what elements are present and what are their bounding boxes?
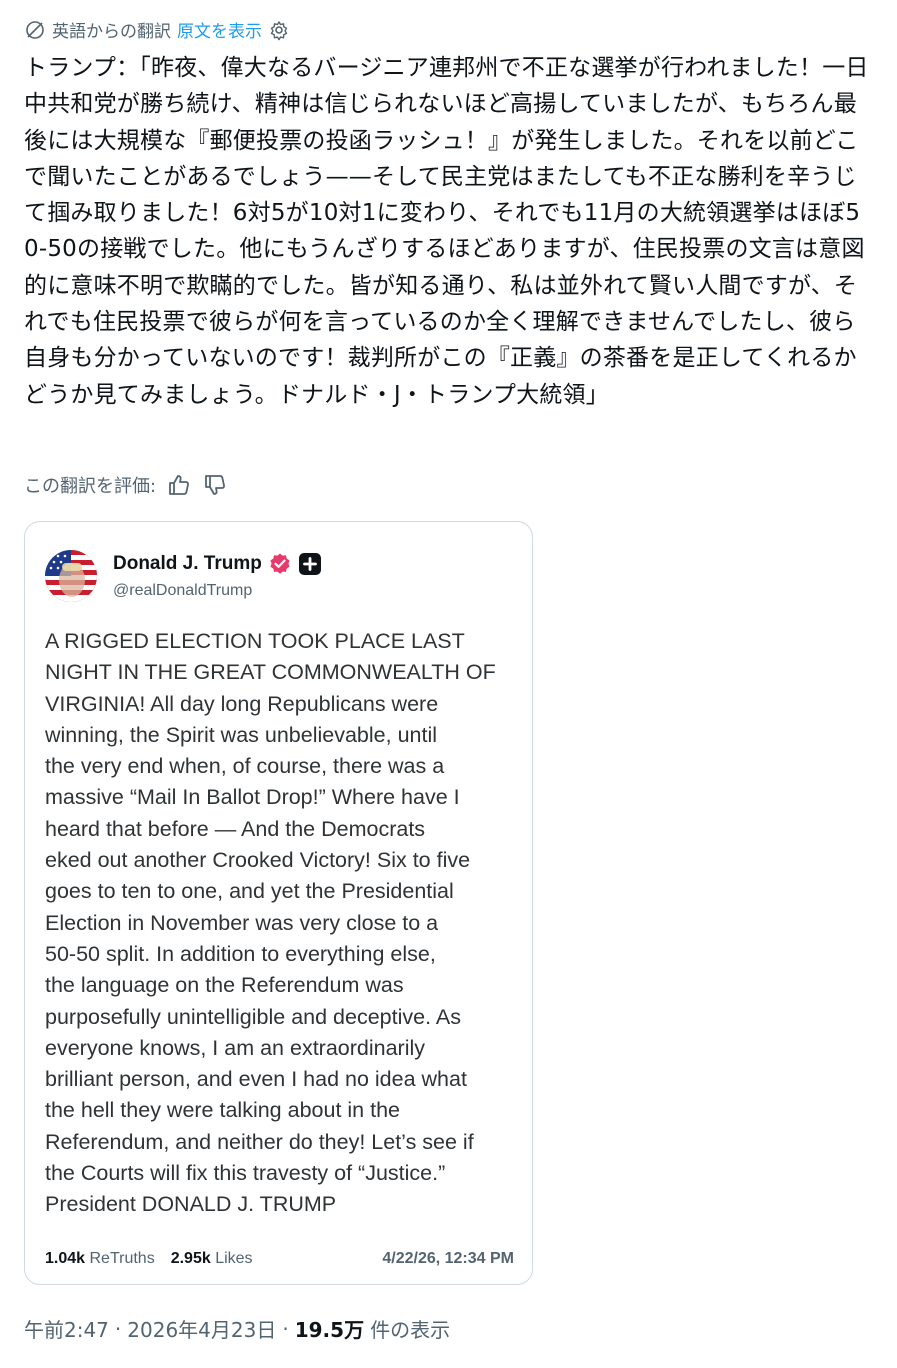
views-label: 件の表示 bbox=[370, 1318, 451, 1342]
plus-badge-icon bbox=[298, 552, 322, 576]
rate-translation-label: この翻訳を評価: bbox=[24, 476, 157, 497]
tweet-meta: 午前2:47 · 2026年4月23日 · 19.5万 件の表示 bbox=[24, 1314, 450, 1343]
translated-post-text: トランプ：「昨夜、偉大なるバージニア連邦州で不正な選挙が行われました！一日中共和… bbox=[24, 55, 869, 408]
post-date[interactable]: 4/22/26, 12:34 PM bbox=[382, 1250, 514, 1268]
thumbs-down-icon[interactable] bbox=[202, 472, 228, 498]
post-author-header: Donald J. Trump @realDonaldTrump bbox=[45, 550, 322, 602]
post-date-jp[interactable]: 2026年4月23日 bbox=[127, 1314, 276, 1343]
meta-separator: · bbox=[282, 1316, 289, 1341]
show-original-link[interactable]: 原文を表示 bbox=[177, 17, 262, 42]
likes-label: Likes bbox=[215, 1250, 253, 1267]
post-stats: 1.04k ReTruths 2.95k Likes 4/22/26, 12:3… bbox=[45, 1250, 514, 1268]
meta-separator: · bbox=[114, 1316, 122, 1341]
quoted-post-card[interactable]: Donald J. Trump @realDonaldTrump A RIGGE… bbox=[24, 521, 533, 1285]
handle[interactable]: @realDonaldTrump bbox=[113, 582, 322, 600]
views-count: 19.5万 bbox=[294, 1318, 365, 1342]
avatar[interactable] bbox=[45, 550, 97, 602]
post-body-text: A RIGGED ELECTION TOOK PLACE LAST NIGHT … bbox=[45, 629, 496, 1217]
verified-badge-icon bbox=[268, 552, 292, 576]
post-time[interactable]: 午前2:47 bbox=[24, 1314, 109, 1343]
retruths-label: ReTruths bbox=[89, 1250, 155, 1267]
thumbs-up-icon[interactable] bbox=[166, 472, 192, 498]
retruths-count: 1.04k bbox=[45, 1250, 86, 1267]
likes-stat[interactable]: 2.95k Likes bbox=[171, 1250, 253, 1268]
translation-label: 英語からの翻訳 bbox=[52, 22, 171, 42]
likes-count: 2.95k bbox=[170, 1250, 211, 1267]
translate-icon bbox=[24, 19, 46, 41]
display-name[interactable]: Donald J. Trump bbox=[113, 553, 262, 575]
retruths-stat[interactable]: 1.04k ReTruths bbox=[45, 1250, 155, 1268]
gear-icon[interactable] bbox=[268, 19, 290, 41]
rate-translation-bar: この翻訳を評価: bbox=[24, 472, 228, 498]
translation-bar: 英語からの翻訳 原文を表示 bbox=[24, 17, 290, 42]
